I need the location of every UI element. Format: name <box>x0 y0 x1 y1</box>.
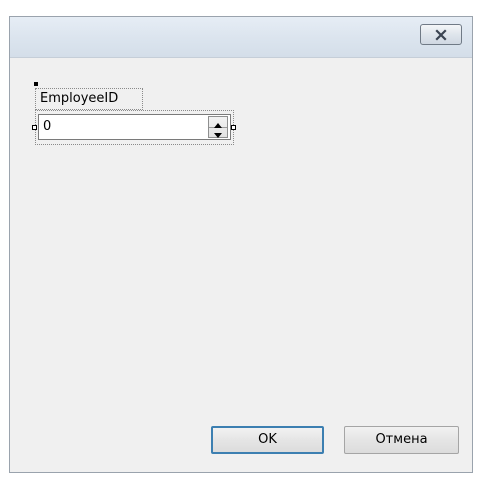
ok-button[interactable]: OK <box>211 426 324 454</box>
spin-down-button[interactable] <box>209 127 227 138</box>
dialog-window <box>9 16 473 473</box>
employee-id-label: EmployeeID <box>35 88 143 110</box>
resize-handle-right[interactable] <box>231 125 236 130</box>
resize-handle-left[interactable] <box>32 125 37 130</box>
spinner[interactable] <box>208 116 228 138</box>
selection-handle[interactable] <box>34 82 38 86</box>
close-button[interactable] <box>420 24 462 45</box>
numeric-value[interactable]: 0 <box>43 118 51 136</box>
employee-id-numeric-updown[interactable]: 0 <box>38 114 231 140</box>
close-icon <box>434 28 448 41</box>
arrow-down-icon <box>214 123 222 142</box>
title-bar <box>10 17 472 58</box>
cancel-button[interactable]: Отмена <box>344 426 459 454</box>
